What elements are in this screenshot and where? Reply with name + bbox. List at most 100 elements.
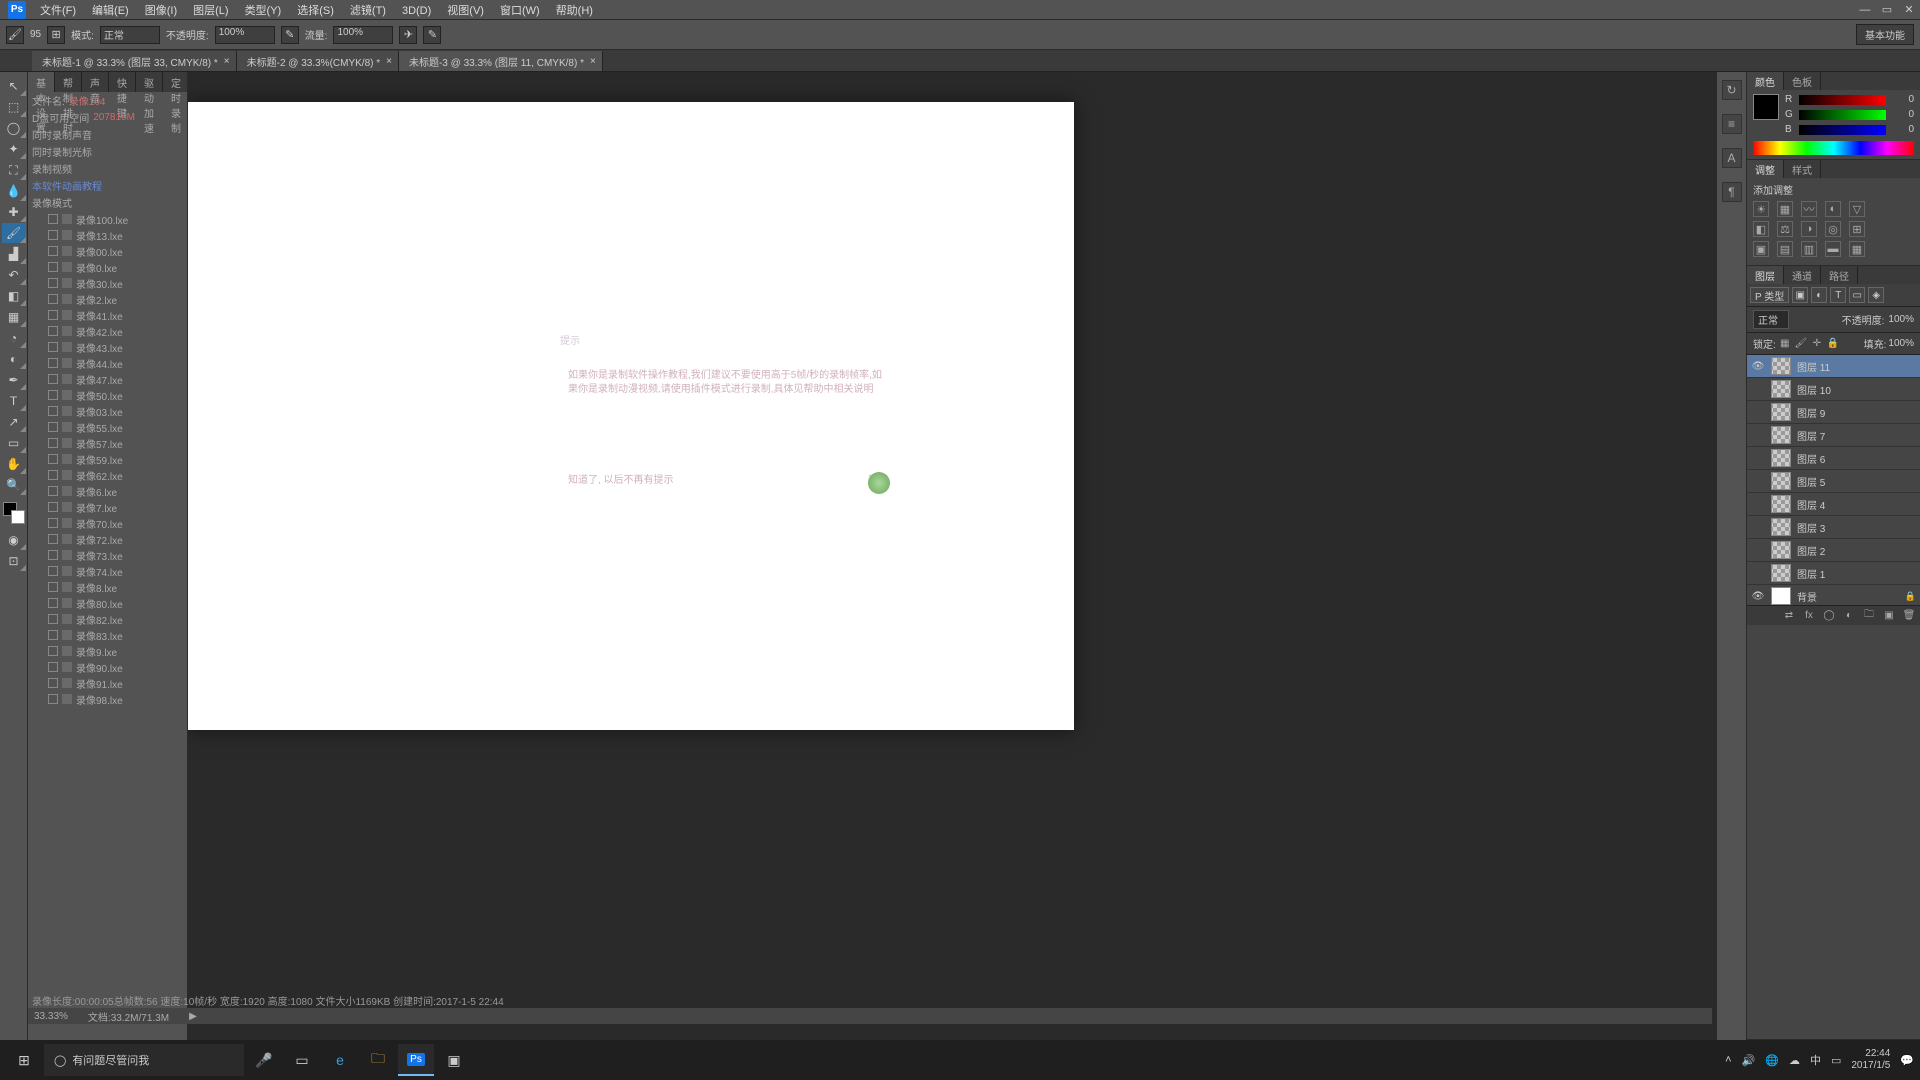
delete-icon[interactable]: 🗑	[1902, 609, 1916, 623]
adjust-icon[interactable]: ◐	[1842, 609, 1856, 623]
tablet-opacity-icon[interactable]: ✎	[281, 26, 299, 44]
layer-item[interactable]: 图层 3	[1747, 516, 1920, 539]
r-value[interactable]: 0	[1890, 94, 1914, 105]
r-slider[interactable]	[1799, 95, 1886, 105]
menu-item[interactable]: 视图(V)	[439, 3, 492, 19]
brush-size-value[interactable]: 95	[30, 29, 41, 40]
adj-selective-icon[interactable]: ▦	[1849, 241, 1865, 257]
recorder-file-item[interactable]: 录像50.lxe	[28, 387, 187, 403]
recorder-file-item[interactable]: 录像03.lxe	[28, 403, 187, 419]
recorder-tab[interactable]: 声音	[82, 72, 109, 92]
color-swatch[interactable]	[1753, 94, 1779, 120]
adj-bw-icon[interactable]: ◑	[1801, 221, 1817, 237]
dodge-tool[interactable]: ◐	[2, 349, 26, 369]
b-value[interactable]: 0	[1890, 124, 1914, 135]
adj-photo-icon[interactable]: ◎	[1825, 221, 1841, 237]
layer-item[interactable]: 图层 10	[1747, 378, 1920, 401]
tab-paths[interactable]: 路径	[1821, 266, 1858, 284]
tab-styles[interactable]: 样式	[1784, 160, 1821, 178]
tab-swatches[interactable]: 色板	[1784, 72, 1821, 90]
recorder-file-item[interactable]: 录像42.lxe	[28, 323, 187, 339]
recorder-file-item[interactable]: 录像00.lxe	[28, 243, 187, 259]
character-icon[interactable]: A	[1722, 148, 1742, 168]
layer-item[interactable]: 图层 2	[1747, 539, 1920, 562]
filter-type-icon[interactable]: T	[1830, 287, 1846, 303]
adj-vibrance-icon[interactable]: ▽	[1849, 201, 1865, 217]
recorder-file-item[interactable]: 录像8.lxe	[28, 579, 187, 595]
recorder-tab[interactable]: 快捷键	[109, 72, 136, 92]
tray-volume-icon[interactable]: 🔊	[1742, 1054, 1756, 1067]
group-icon[interactable]: 🗀	[1862, 609, 1876, 623]
edge-icon[interactable]: e	[322, 1044, 358, 1076]
recorder-file-item[interactable]: 录像47.lxe	[28, 371, 187, 387]
menu-item[interactable]: 选择(S)	[289, 3, 342, 19]
tray-ime-icon[interactable]: 中	[1810, 1052, 1821, 1068]
tray-notification-icon[interactable]: 💬	[1900, 1054, 1914, 1067]
cortana-search[interactable]: ◯ 有问题尽管问我	[44, 1044, 244, 1076]
menu-item[interactable]: 编辑(E)	[84, 3, 137, 19]
layer-item[interactable]: 图层 6	[1747, 447, 1920, 470]
start-button[interactable]: ⊞	[6, 1044, 42, 1076]
recorder-file-item[interactable]: 录像72.lxe	[28, 531, 187, 547]
canvas-area[interactable]: 提示 如果你是录制软件操作教程,我们建议不要使用高于5帧/秒的录制帧率,如果你是…	[188, 72, 1716, 1040]
screen-mode-tool[interactable]: ⊡	[2, 551, 26, 571]
menu-item[interactable]: 图像(I)	[137, 3, 185, 19]
marquee-tool[interactable]: ⬚	[2, 97, 26, 117]
airbrush-icon[interactable]: ✈	[399, 26, 417, 44]
recorder-file-item[interactable]: 录像9.lxe	[28, 643, 187, 659]
path-tool[interactable]: ↗	[2, 412, 26, 432]
chk-sound[interactable]: 同时录制声音	[32, 127, 92, 142]
recorder-file-item[interactable]: 录像73.lxe	[28, 547, 187, 563]
flow-select[interactable]: 100%	[333, 26, 393, 44]
filter-shape-icon[interactable]: ▭	[1849, 287, 1865, 303]
close-tab-icon[interactable]: ×	[590, 56, 596, 67]
tab-layers[interactable]: 图层	[1747, 266, 1784, 284]
tab-adjust[interactable]: 调整	[1747, 160, 1784, 178]
recorder-tab[interactable]: 驱动加速	[136, 72, 163, 92]
recorder-file-item[interactable]: 录像59.lxe	[28, 451, 187, 467]
type-tool[interactable]: T	[2, 391, 26, 411]
menu-item[interactable]: 3D(D)	[394, 3, 439, 19]
adj-invert-icon[interactable]: ▣	[1753, 241, 1769, 257]
recorder-file-item[interactable]: 录像74.lxe	[28, 563, 187, 579]
layer-item[interactable]: 图层 1	[1747, 562, 1920, 585]
document-tab[interactable]: 未标题-3 @ 33.3% (图层 11, CMYK/8) *×	[399, 51, 603, 71]
eraser-tool[interactable]: ◧	[2, 286, 26, 306]
menu-item[interactable]: 图层(L)	[185, 3, 236, 19]
blur-tool[interactable]: ◔	[2, 328, 26, 348]
layer-item[interactable]: 图层 9	[1747, 401, 1920, 424]
zoom-tool[interactable]: 🔍	[2, 475, 26, 495]
document-canvas[interactable]: 提示 如果你是录制软件操作教程,我们建议不要使用高于5帧/秒的录制帧率,如果你是…	[188, 102, 1074, 730]
adj-mixer-icon[interactable]: ⊞	[1849, 221, 1865, 237]
filter-smart-icon[interactable]: ◈	[1868, 287, 1884, 303]
adj-poster-icon[interactable]: ▤	[1777, 241, 1793, 257]
recorder-file-item[interactable]: 录像90.lxe	[28, 659, 187, 675]
recorder-file-item[interactable]: 录像44.lxe	[28, 355, 187, 371]
b-slider[interactable]	[1799, 125, 1886, 135]
tray-clock[interactable]: 22:442017/1/5	[1851, 1048, 1890, 1072]
visibility-icon[interactable]: 👁	[1751, 591, 1765, 602]
filter-adj-icon[interactable]: ◐	[1811, 287, 1827, 303]
recorder-file-item[interactable]: 录像7.lxe	[28, 499, 187, 515]
eyedropper-tool[interactable]: 💧	[2, 181, 26, 201]
recorder-file-item[interactable]: 录像62.lxe	[28, 467, 187, 483]
history-brush-tool[interactable]: ↶	[2, 265, 26, 285]
mask-icon[interactable]: ◯	[1822, 609, 1836, 623]
layer-item[interactable]: 图层 4	[1747, 493, 1920, 516]
recorder-tab[interactable]: 帮制排时	[55, 72, 82, 92]
stamp-tool[interactable]: ▟	[2, 244, 26, 264]
kind-filter[interactable]: P 类型	[1750, 287, 1789, 303]
new-layer-icon[interactable]: ▣	[1882, 609, 1896, 623]
shape-tool[interactable]: ▭	[2, 433, 26, 453]
menu-item[interactable]: 窗口(W)	[492, 3, 548, 19]
adj-levels-icon[interactable]: ▦	[1777, 201, 1793, 217]
recorder-file-item[interactable]: 录像6.lxe	[28, 483, 187, 499]
recorder-file-item[interactable]: 录像2.lxe	[28, 291, 187, 307]
recorder-file-item[interactable]: 录像98.lxe	[28, 691, 187, 707]
tutorial-link[interactable]: 本软件动画教程	[32, 178, 102, 193]
tray-network-icon[interactable]: 🌐	[1765, 1054, 1779, 1067]
recorder-file-item[interactable]: 录像91.lxe	[28, 675, 187, 691]
menu-item[interactable]: 文件(F)	[32, 3, 84, 19]
adj-gradient-icon[interactable]: ▬	[1825, 241, 1841, 257]
explorer-icon[interactable]: 🗀	[360, 1044, 396, 1076]
